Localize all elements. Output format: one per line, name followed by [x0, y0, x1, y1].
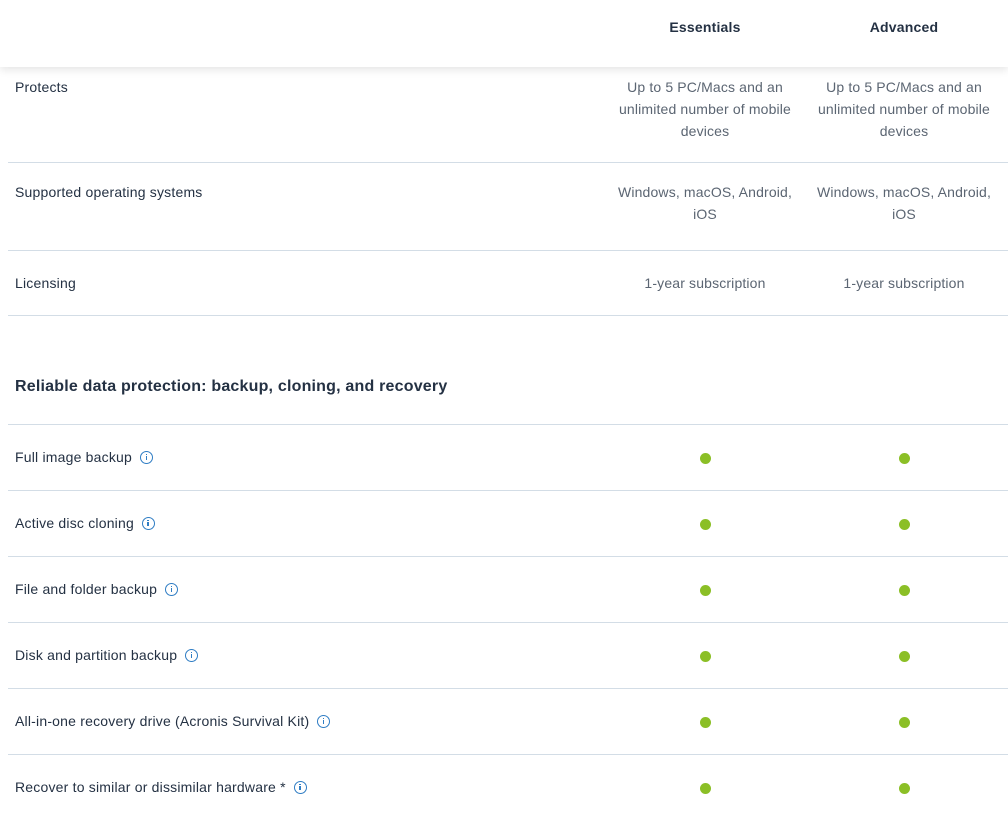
feature-row: Active disc cloning — [8, 491, 1008, 557]
feature-row: All-in-one recovery drive (Acronis Survi… — [8, 689, 1008, 755]
comparison-page: Essentials Advanced Protects Up to 5 PC/… — [0, 0, 1008, 818]
feature-label-wrap: All-in-one recovery drive (Acronis Survi… — [15, 713, 331, 729]
feature-label: Recover to similar or dissimilar hardwar… — [15, 779, 286, 795]
info-icon[interactable] — [165, 582, 179, 596]
feature-row: Recover to similar or dissimilar hardwar… — [8, 755, 1008, 818]
info-icon[interactable] — [141, 516, 155, 530]
feature-label-wrap: Full image backup — [15, 449, 154, 465]
included-dot-essentials — [700, 453, 711, 464]
section-header-data-protection: Reliable data protection: backup, clonin… — [8, 316, 1008, 425]
feature-row: Disk and partition backup — [8, 623, 1008, 689]
feature-label: Active disc cloning — [15, 515, 134, 531]
cell-licensing-advanced: 1-year subscription — [843, 275, 965, 291]
plan-name-advanced: Advanced — [869, 19, 939, 35]
feature-row: File and folder backup — [8, 557, 1008, 623]
feature-label-wrap: File and folder backup — [15, 581, 179, 597]
feature-label: File and folder backup — [15, 581, 158, 597]
row-label-operating-systems: Supported operating systems — [15, 184, 203, 200]
feature-label-wrap: Disk and partition backup — [15, 647, 199, 663]
included-dot-essentials — [700, 519, 711, 530]
info-icon[interactable] — [293, 780, 307, 794]
section-title: Reliable data protection: backup, clonin… — [15, 378, 448, 395]
comparison-table: Protects Up to 5 PC/Macs and an unlimite… — [8, 67, 1008, 818]
feature-label: Disk and partition backup — [15, 647, 178, 663]
included-dot-essentials — [700, 783, 711, 794]
cell-licensing-essentials: 1-year subscription — [644, 275, 766, 291]
row-operating-systems: Supported operating systems Windows, mac… — [8, 163, 1008, 251]
included-dot-essentials — [700, 717, 711, 728]
included-dot-advanced — [899, 717, 910, 728]
cell-protects-advanced: Up to 5 PC/Macs and an unlimited number … — [818, 79, 990, 139]
feature-label: Full image backup — [15, 449, 133, 465]
cell-protects-essentials: Up to 5 PC/Macs and an unlimited number … — [619, 79, 791, 139]
info-icon[interactable] — [140, 450, 154, 464]
included-dot-essentials — [700, 651, 711, 662]
feature-row: Full image backup — [8, 425, 1008, 491]
cell-os-essentials: Windows, macOS, Android, iOS — [618, 184, 792, 222]
feature-label-wrap: Recover to similar or dissimilar hardwar… — [15, 779, 307, 795]
info-icon[interactable] — [185, 648, 199, 662]
cell-os-advanced: Windows, macOS, Android, iOS — [817, 184, 991, 222]
row-licensing: Licensing 1-year subscription 1-year sub… — [8, 251, 1008, 316]
included-dot-advanced — [899, 651, 910, 662]
feature-label-wrap: Active disc cloning — [15, 515, 155, 531]
plans-header: Essentials Advanced — [0, 0, 1008, 67]
row-label-licensing: Licensing — [15, 275, 76, 291]
row-label-protects: Protects — [15, 79, 68, 95]
info-icon[interactable] — [317, 714, 331, 728]
included-dot-advanced — [899, 453, 910, 464]
included-dot-advanced — [899, 585, 910, 596]
row-protects: Protects Up to 5 PC/Macs and an unlimite… — [8, 67, 1008, 163]
included-dot-advanced — [899, 519, 910, 530]
included-dot-essentials — [700, 585, 711, 596]
plan-name-essentials: Essentials — [669, 19, 741, 35]
included-dot-advanced — [899, 783, 910, 794]
feature-label: All-in-one recovery drive (Acronis Survi… — [15, 713, 310, 729]
